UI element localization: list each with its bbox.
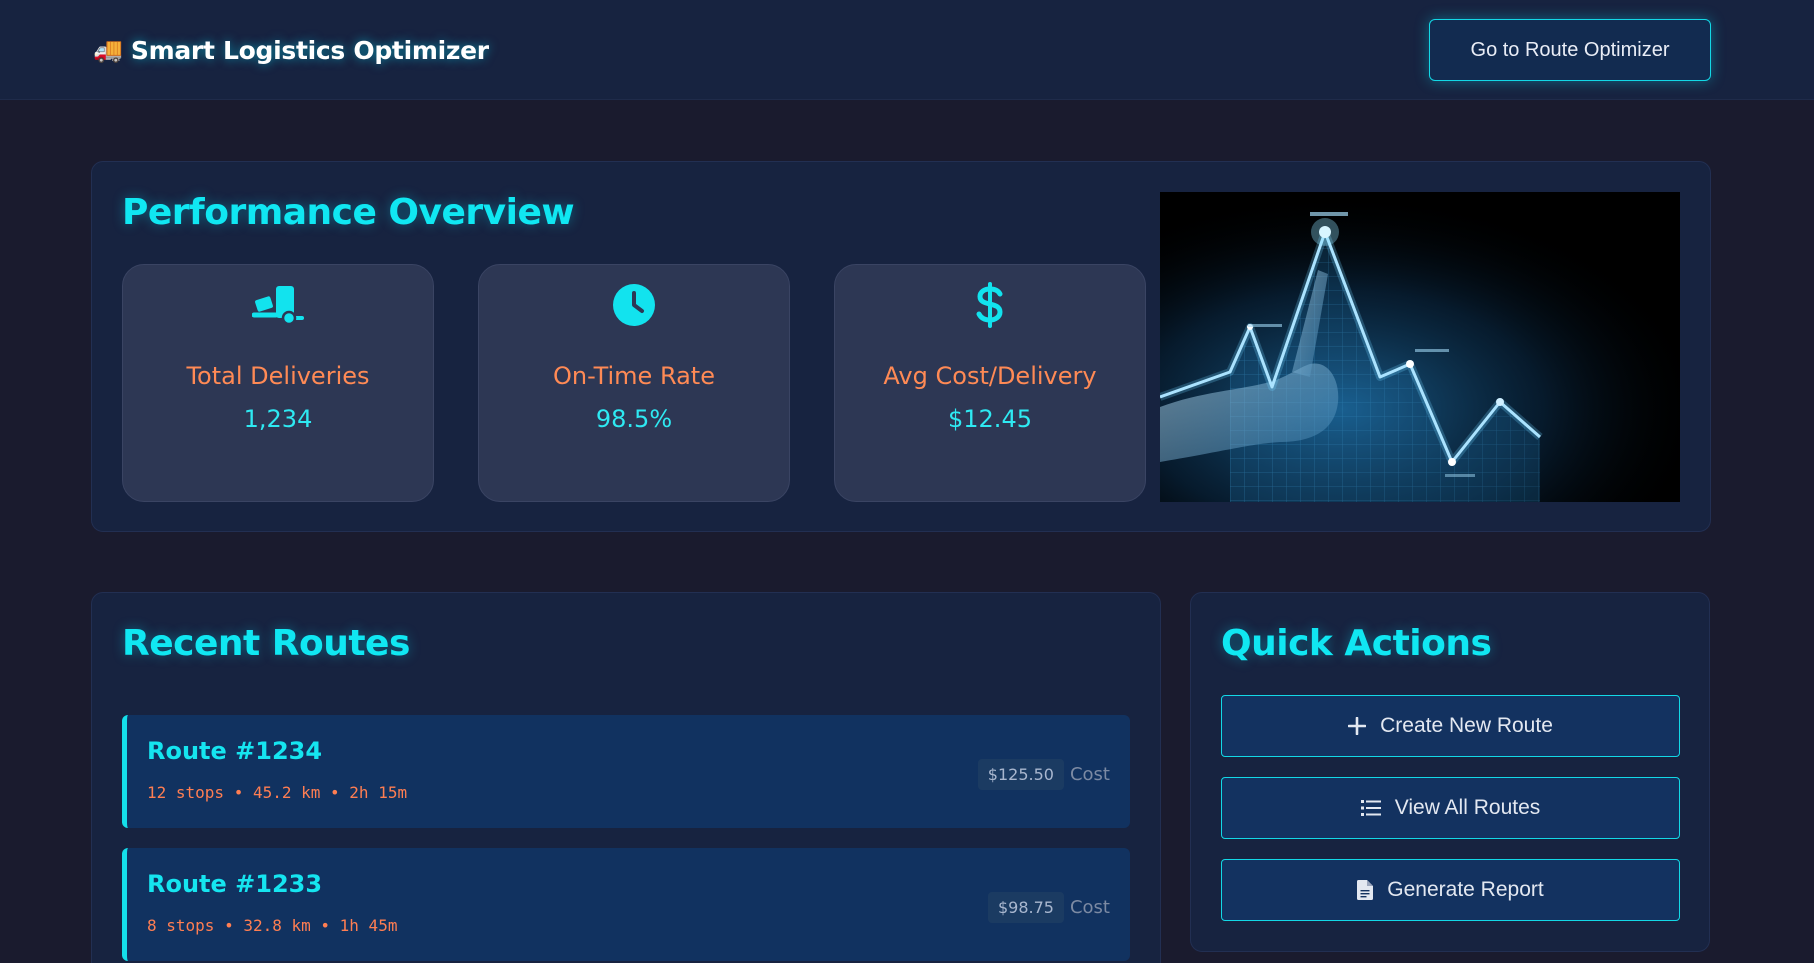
brand-title: Smart Logistics Optimizer: [130, 35, 489, 65]
route-meta: 8 stops • 32.8 km • 1h 45m: [147, 916, 398, 935]
section-title: Performance Overview: [122, 192, 575, 233]
truck-loading-icon: [123, 283, 433, 327]
button-label: View All Routes: [1394, 796, 1541, 819]
route-name: Route #1234: [147, 737, 323, 765]
cost-badge: $125.50: [977, 759, 1064, 790]
view-all-routes-button[interactable]: View All Routes: [1221, 777, 1680, 839]
section-title: Recent Routes: [122, 623, 410, 664]
list-icon: [1360, 799, 1381, 817]
clock-icon: [479, 283, 789, 327]
top-navbar: 🚚 Smart Logistics Optimizer Go to Route …: [0, 0, 1814, 100]
route-meta: 12 stops • 45.2 km • 2h 15m: [147, 783, 408, 802]
stat-value: 98.5%: [595, 405, 673, 433]
truck-icon: 🚚: [93, 36, 123, 64]
cost-label: Cost: [1069, 897, 1110, 918]
stat-label: Total Deliveries: [186, 362, 370, 390]
route-card[interactable]: Route #1234 12 stops • 45.2 km • 2h 15m …: [122, 715, 1130, 828]
stat-label: On-Time Rate: [553, 362, 715, 390]
route-name: Route #1233: [147, 870, 323, 898]
performance-overview-panel: Performance Overview Total Deliveries 1,…: [91, 161, 1711, 532]
recent-routes-panel: Recent Routes Route #1234 12 stops • 45.…: [91, 592, 1161, 963]
route-cost: $125.50 Cost: [977, 759, 1110, 790]
cost-badge: $98.75: [987, 892, 1064, 923]
create-new-route-button[interactable]: Create New Route: [1221, 695, 1680, 757]
go-to-route-optimizer-button[interactable]: Go to Route Optimizer: [1429, 19, 1711, 81]
file-icon: [1357, 880, 1374, 900]
section-title: Quick Actions: [1221, 623, 1492, 664]
brand[interactable]: 🚚 Smart Logistics Optimizer: [93, 32, 489, 68]
stat-card-avg-cost: Avg Cost/Delivery $12.45: [834, 264, 1146, 502]
dollar-icon: [835, 282, 1145, 328]
stat-card-total-deliveries: Total Deliveries 1,234: [122, 264, 434, 502]
plus-icon: [1348, 717, 1367, 735]
growth-chart-hand-image: [1160, 192, 1680, 502]
stat-card-on-time-rate: On-Time Rate 98.5%: [478, 264, 790, 502]
quick-actions-panel: Quick Actions Create New Route View All …: [1190, 592, 1710, 952]
cost-label: Cost: [1069, 764, 1110, 785]
button-label: Generate Report: [1387, 878, 1544, 901]
stat-label: Avg Cost/Delivery: [883, 362, 1097, 390]
route-cost: $98.75 Cost: [987, 892, 1110, 923]
app-root: 🚚 Smart Logistics Optimizer Go to Route …: [0, 0, 1814, 963]
route-card[interactable]: Route #1233 8 stops • 32.8 km • 1h 45m $…: [122, 848, 1130, 961]
button-label: Create New Route: [1380, 714, 1553, 737]
stat-value: $12.45: [948, 405, 1032, 433]
stat-value: 1,234: [243, 405, 313, 433]
generate-report-button[interactable]: Generate Report: [1221, 859, 1680, 921]
